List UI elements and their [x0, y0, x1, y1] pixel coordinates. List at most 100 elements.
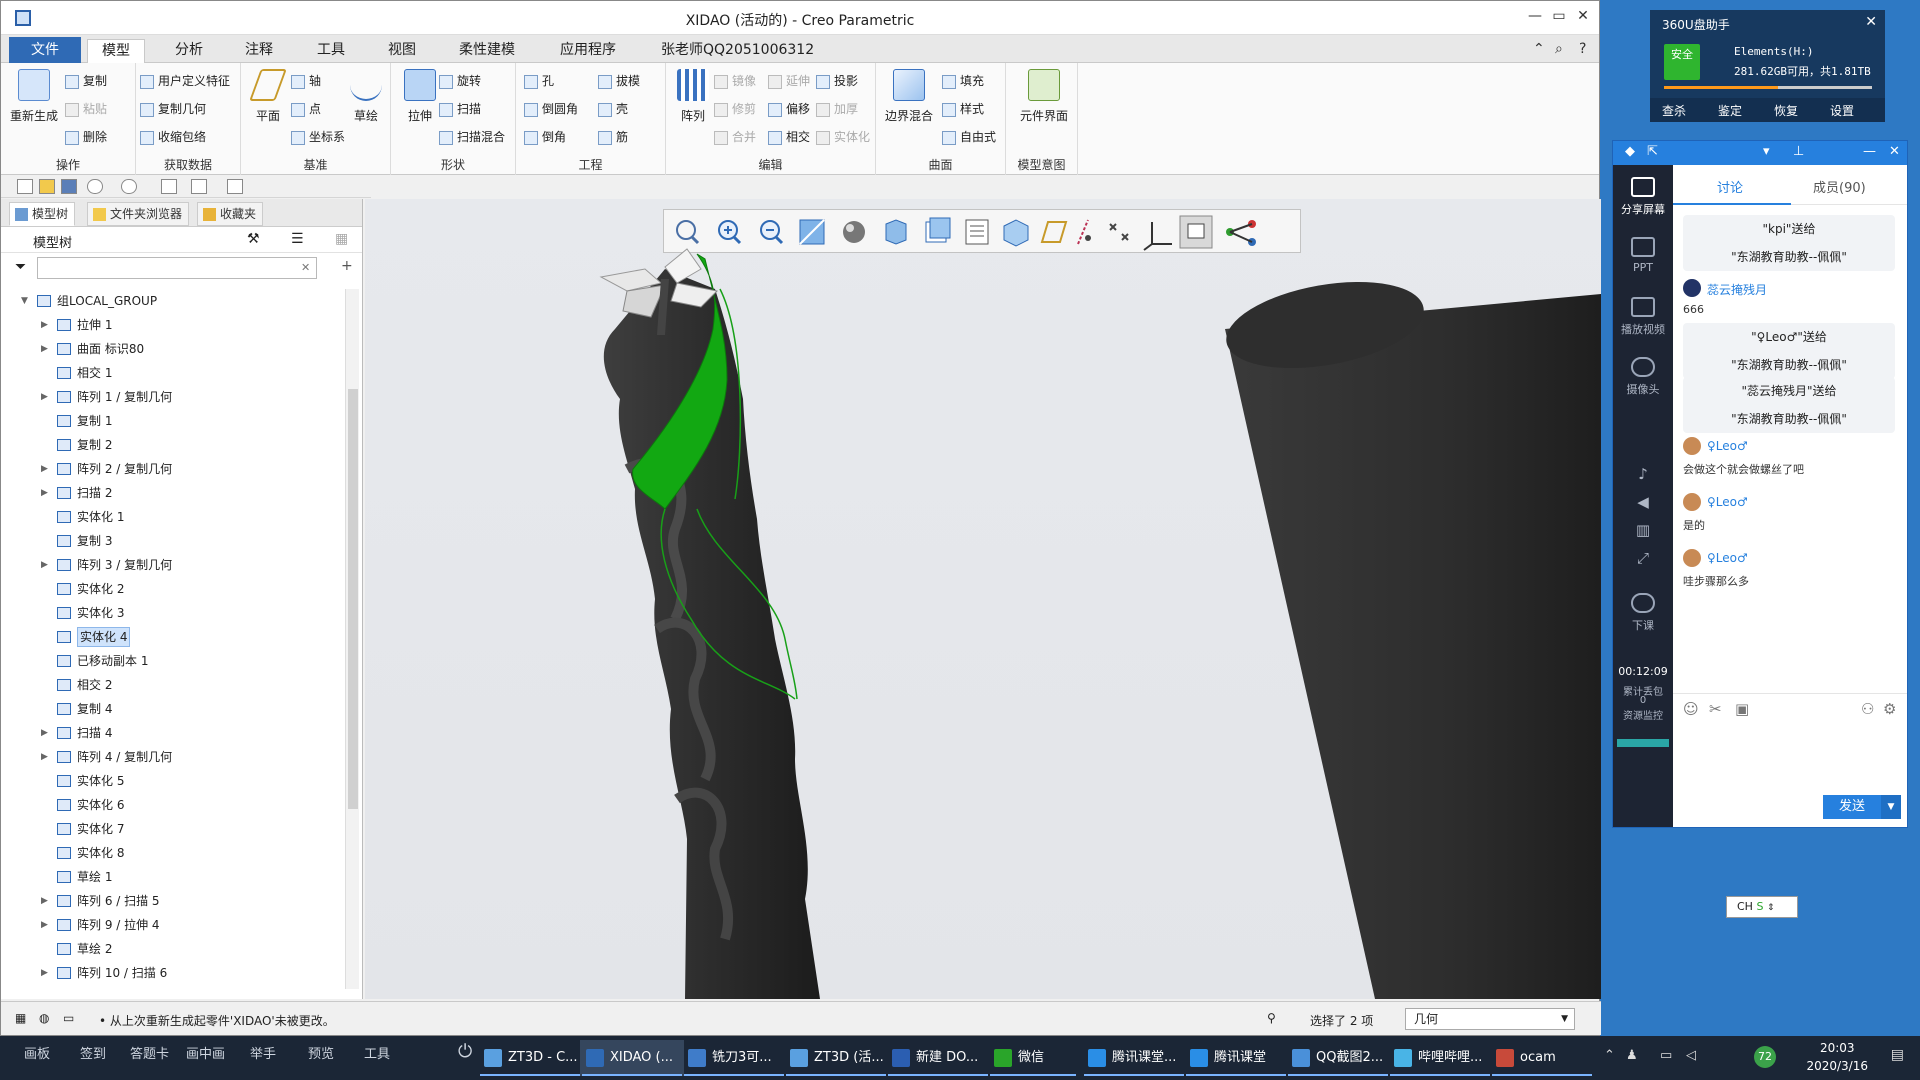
- find-icon[interactable]: ⚲: [1267, 1011, 1276, 1025]
- redo-icon[interactable]: [121, 179, 137, 194]
- avatar[interactable]: [1683, 279, 1701, 297]
- fullscreen-icon[interactable]: ⤢: [1613, 549, 1673, 567]
- volume-icon[interactable]: ◁: [1686, 1048, 1696, 1063]
- chat-input-area[interactable]: ☺ ✂ ▣ ⚇ ⚙ 发送 ▼: [1673, 693, 1907, 827]
- member-settings-icon[interactable]: ⚇: [1861, 700, 1874, 718]
- tree-node[interactable]: 草绘 1: [1, 865, 345, 889]
- taskbar-item[interactable]: XIDAO (...: [580, 1040, 684, 1076]
- pin-icon[interactable]: ⊥: [1793, 144, 1804, 159]
- round-button[interactable]: 倒圆角: [524, 99, 578, 119]
- expand-toggle-icon[interactable]: ▶: [41, 745, 48, 769]
- taskbar-item[interactable]: ZT3D (活...: [784, 1040, 888, 1076]
- udf-button[interactable]: 用户定义特征: [140, 71, 230, 91]
- clear-search-icon[interactable]: ✕: [301, 261, 310, 274]
- selection-filter-dropdown[interactable]: 几何 ▼: [1405, 1008, 1575, 1030]
- chat-username[interactable]: ♀Leo♂: [1707, 439, 1748, 453]
- new-file-icon[interactable]: [17, 179, 33, 194]
- group-label-datum[interactable]: 基准: [241, 156, 390, 173]
- filter-icon[interactable]: ⏷: [15, 259, 26, 275]
- add-filter-icon[interactable]: +: [341, 258, 353, 274]
- tab-annotate[interactable]: 注释: [231, 39, 287, 63]
- speaker-icon[interactable]: ◀: [1613, 493, 1673, 511]
- minimize-icon[interactable]: —: [1863, 144, 1876, 159]
- trim-button[interactable]: 修剪: [714, 99, 756, 119]
- class-tool-raise-hand[interactable]: 举手: [250, 1043, 276, 1062]
- undo-icon[interactable]: [87, 179, 103, 194]
- taskbar-item[interactable]: 哔哩哔哩...: [1388, 1040, 1492, 1076]
- expand-toggle-icon[interactable]: ▶: [41, 553, 48, 577]
- tab-view[interactable]: 视图: [374, 39, 430, 63]
- expand-toggle-icon[interactable]: ▶: [41, 481, 48, 505]
- expand-toggle-icon[interactable]: ▶: [41, 385, 48, 409]
- graphics-window[interactable]: [365, 199, 1601, 999]
- scan-button[interactable]: 查杀: [1662, 102, 1686, 119]
- taskbar-item[interactable]: 新建 DO...: [886, 1040, 990, 1076]
- tree-node[interactable]: ▶ 阵列 4 / 复制几何: [1, 745, 345, 769]
- csys-button[interactable]: 坐标系: [291, 127, 345, 147]
- tab-favorites[interactable]: 收藏夹: [197, 202, 264, 226]
- class-tool-checkin[interactable]: 签到: [80, 1043, 106, 1062]
- chat-username[interactable]: ♀Leo♂: [1707, 551, 1748, 565]
- avatar[interactable]: [1683, 437, 1701, 455]
- tree-settings-icon[interactable]: ⚒: [247, 231, 260, 247]
- taskbar-item[interactable]: ZT3D - C...: [478, 1040, 582, 1076]
- tab-folder-browser[interactable]: 文件夹浏览器: [87, 202, 190, 226]
- expand-toggle-icon[interactable]: ▶: [41, 961, 48, 985]
- tree-node[interactable]: 实体化 6: [1, 793, 345, 817]
- project-button[interactable]: 投影: [816, 71, 858, 91]
- tree-node[interactable]: ▶ 阵列 1 / 复制几何: [1, 385, 345, 409]
- tree-node[interactable]: 实体化 3: [1, 601, 345, 625]
- tree-node[interactable]: ▶ 阵列 6 / 扫描 5: [1, 889, 345, 913]
- cylinder-stock[interactable]: [1220, 268, 1601, 999]
- tree-node[interactable]: 复制 2: [1, 433, 345, 457]
- tab-model-tree[interactable]: 模型树: [9, 202, 76, 226]
- plane-button[interactable]: 平面: [243, 69, 293, 124]
- expand-toggle-icon[interactable]: ▶: [41, 913, 48, 937]
- copy-button[interactable]: 复制: [65, 71, 107, 91]
- tree-node[interactable]: ▶ 阵列 10 / 扫描 6: [1, 961, 345, 985]
- tree-node[interactable]: ▶ 扫描 4: [1, 721, 345, 745]
- windows-icon[interactable]: [191, 179, 207, 194]
- tree-node[interactable]: 相交 2: [1, 673, 345, 697]
- group-label-model-intent[interactable]: 模型意图: [1006, 156, 1077, 173]
- gear-icon[interactable]: ⚙: [1883, 700, 1896, 718]
- tree-node[interactable]: 实体化 8: [1, 841, 345, 865]
- tree-search-input[interactable]: [37, 257, 317, 279]
- tree-node[interactable]: ▶ 阵列 9 / 拉伸 4: [1, 913, 345, 937]
- tree-columns-icon[interactable]: ▦: [335, 231, 348, 247]
- merge-button[interactable]: 合并: [714, 127, 756, 147]
- component-interface-button[interactable]: 元件界面: [1014, 69, 1074, 124]
- paste-button[interactable]: 粘贴: [65, 99, 107, 119]
- shell-button[interactable]: 壳: [598, 99, 628, 119]
- tree-node[interactable]: ▶ 曲面 标识80: [1, 337, 345, 361]
- taskbar-item[interactable]: QQ截图2...: [1286, 1040, 1390, 1076]
- group-label-get-data[interactable]: 获取数据: [136, 156, 240, 173]
- expand-toggle-icon[interactable]: ▶: [41, 889, 48, 913]
- extend-button[interactable]: 延伸: [768, 71, 810, 91]
- save-icon[interactable]: [61, 179, 77, 194]
- regenerate-small-icon[interactable]: [161, 179, 177, 194]
- rib-button[interactable]: 筋: [598, 127, 628, 147]
- status-grid-icon[interactable]: ▦: [15, 1011, 26, 1025]
- share-out-icon[interactable]: ⇱: [1647, 144, 1658, 159]
- tray-arrow-icon[interactable]: ⌃: [1604, 1048, 1615, 1063]
- class-tool-answer-card[interactable]: 答题卡: [130, 1043, 169, 1062]
- end-mill-model[interactable]: [599, 248, 820, 999]
- tab-tools[interactable]: 工具: [303, 39, 359, 63]
- extrude-button[interactable]: 拉伸: [395, 69, 445, 124]
- close-button[interactable]: ✕: [1569, 8, 1597, 24]
- axis-button[interactable]: 轴: [291, 71, 321, 91]
- sweep-button[interactable]: 扫描: [439, 99, 481, 119]
- microphone-icon[interactable]: ♪: [1613, 465, 1673, 483]
- status-window-icon[interactable]: ▭: [63, 1011, 74, 1025]
- hole-button[interactable]: 孔: [524, 71, 554, 91]
- class-tool-preview[interactable]: 预览: [308, 1043, 334, 1062]
- tab-file[interactable]: 文件: [9, 37, 81, 63]
- play-video-button[interactable]: 播放视频: [1613, 297, 1673, 337]
- ppt-button[interactable]: PPT: [1613, 237, 1673, 274]
- tree-node[interactable]: ▶ 阵列 3 / 复制几何: [1, 553, 345, 577]
- image-icon[interactable]: ▣: [1735, 700, 1749, 718]
- close-icon[interactable]: ✕: [1865, 14, 1877, 30]
- tree-scrollbar[interactable]: [345, 289, 359, 989]
- tab-custom-teacher[interactable]: 张老师QQ2051006312: [647, 39, 828, 63]
